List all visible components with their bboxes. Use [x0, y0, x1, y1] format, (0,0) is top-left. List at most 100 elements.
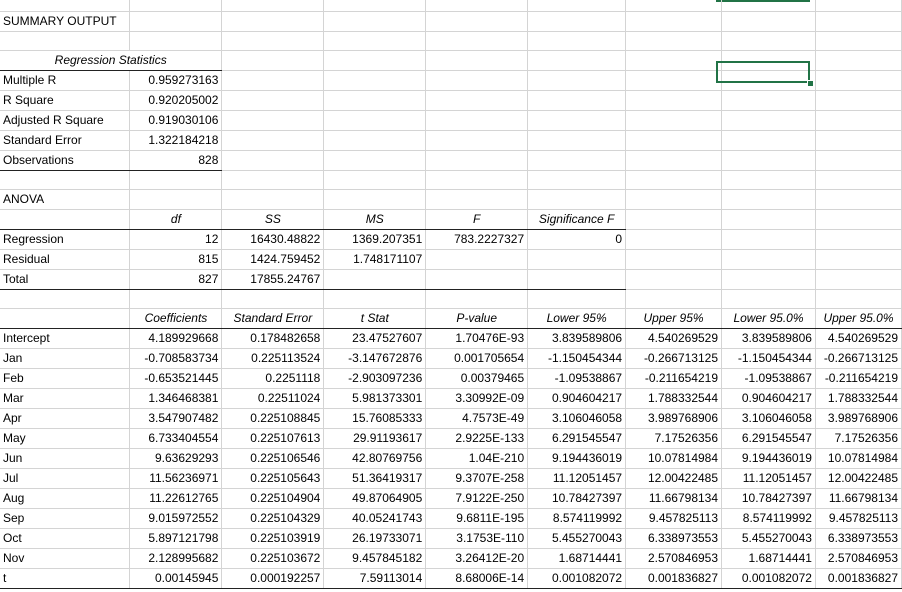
cell[interactable]: 0	[527, 229, 627, 250]
cell[interactable]	[815, 70, 902, 91]
cell[interactable]: 49.87064905	[323, 488, 427, 509]
cell[interactable]: -1.09538867	[527, 368, 627, 389]
cell[interactable]: 1.68714441	[721, 548, 816, 569]
cell-table[interactable]: SUMMARY OUTPUT Regression Statistics Multi…	[0, 0, 902, 589]
cell[interactable]: Multiple R	[0, 70, 131, 91]
cell[interactable]	[425, 130, 529, 151]
cell[interactable]	[721, 269, 816, 290]
cell[interactable]: Regression	[0, 229, 131, 250]
cell[interactable]	[527, 0, 627, 12]
cell[interactable]	[815, 289, 902, 309]
cell[interactable]	[323, 130, 427, 151]
cell[interactable]: 3.106046058	[527, 408, 627, 429]
cell[interactable]: 26.19733071	[323, 528, 427, 549]
cell[interactable]: 828	[129, 150, 223, 171]
cell[interactable]: 1.346468381	[129, 388, 223, 409]
cell[interactable]: 1.748171107	[323, 249, 427, 270]
cell[interactable]: 11.22612765	[129, 488, 223, 509]
cell[interactable]	[323, 70, 427, 91]
cell[interactable]: 9.015972552	[129, 508, 223, 529]
cell[interactable]	[0, 289, 131, 309]
cell[interactable]	[721, 209, 816, 230]
cell[interactable]	[527, 170, 627, 190]
cell[interactable]: Upper 95%	[625, 307, 723, 329]
cell[interactable]	[815, 189, 902, 210]
cell[interactable]: 9.194436019	[527, 448, 627, 469]
cell[interactable]: 42.80769756	[323, 448, 427, 469]
cell[interactable]: ANOVA	[0, 189, 131, 210]
spreadsheet-grid[interactable]: SUMMARY OUTPUT Regression Statistics Multi…	[0, 0, 902, 592]
cell[interactable]	[129, 289, 223, 309]
cell[interactable]	[721, 70, 816, 91]
cell[interactable]: 10.78427397	[527, 488, 627, 509]
cell[interactable]	[721, 50, 816, 71]
cell[interactable]: 51.36419317	[323, 468, 427, 489]
cell[interactable]	[221, 130, 325, 151]
cell[interactable]: -1.09538867	[721, 368, 816, 389]
cell[interactable]: 3.989768906	[625, 408, 723, 429]
cell[interactable]: 3.839589806	[721, 328, 816, 349]
cell[interactable]: 8.574119992	[721, 508, 816, 529]
cell[interactable]: 6.338973553	[625, 528, 723, 549]
cell[interactable]: 0.919030106	[129, 110, 223, 131]
cell[interactable]: -0.211654219	[625, 368, 723, 389]
cell[interactable]: Lower 95.0%	[721, 307, 816, 329]
cell[interactable]: 0.178482658	[221, 328, 325, 349]
cell[interactable]	[323, 110, 427, 131]
cell[interactable]	[425, 0, 529, 12]
cell[interactable]	[721, 170, 816, 190]
cell[interactable]	[721, 31, 816, 51]
cell[interactable]: t Stat	[323, 307, 427, 329]
cell[interactable]	[625, 189, 723, 210]
cell[interactable]: 2.570846953	[625, 548, 723, 569]
cell[interactable]: 0.959273163	[129, 70, 223, 91]
cell[interactable]: 827	[129, 269, 223, 290]
cell[interactable]: 815	[129, 249, 223, 270]
cell[interactable]	[323, 269, 427, 290]
cell[interactable]	[625, 229, 723, 250]
cell[interactable]: -0.211654219	[815, 368, 902, 389]
cell[interactable]	[221, 189, 325, 210]
cell[interactable]	[527, 150, 627, 171]
regression-statistics-header[interactable]: Regression Statistics	[0, 49, 223, 71]
cell[interactable]	[721, 289, 816, 309]
cell[interactable]	[425, 289, 529, 309]
cell[interactable]	[721, 11, 816, 32]
cell[interactable]: 0.904604217	[721, 388, 816, 409]
cell[interactable]: 0.001836827	[815, 568, 902, 589]
cell[interactable]: 7.17526356	[815, 428, 902, 449]
cell[interactable]	[323, 50, 427, 71]
cell[interactable]	[625, 249, 723, 270]
cell[interactable]: 0.001082072	[527, 568, 627, 589]
cell[interactable]	[323, 0, 427, 12]
cell[interactable]: -0.653521445	[129, 368, 223, 389]
cell[interactable]	[625, 289, 723, 309]
cell[interactable]	[527, 50, 627, 71]
cell[interactable]	[527, 90, 627, 111]
cell[interactable]	[625, 70, 723, 91]
cell[interactable]	[221, 70, 325, 91]
cell[interactable]	[425, 70, 529, 91]
cell[interactable]: -1.150454344	[721, 348, 816, 369]
cell[interactable]	[425, 110, 529, 131]
cell[interactable]: -0.708583734	[129, 348, 223, 369]
cell[interactable]	[625, 90, 723, 111]
cell[interactable]: 4.189929668	[129, 328, 223, 349]
cell[interactable]	[625, 269, 723, 290]
cell[interactable]: SUMMARY OUTPUT	[0, 11, 131, 32]
cell[interactable]	[815, 269, 902, 290]
cell[interactable]: 1.68714441	[527, 548, 627, 569]
cell[interactable]: 15.76085333	[323, 408, 427, 429]
cell[interactable]	[527, 130, 627, 151]
cell[interactable]	[721, 90, 816, 111]
cell[interactable]	[721, 229, 816, 250]
cell[interactable]: 8.574119992	[527, 508, 627, 529]
cell[interactable]	[815, 170, 902, 190]
cell[interactable]: 9.457825113	[625, 508, 723, 529]
cell[interactable]	[129, 189, 223, 210]
cell[interactable]	[323, 31, 427, 51]
cell[interactable]: Jan	[0, 348, 131, 369]
cell[interactable]: 1424.759452	[221, 249, 325, 270]
cell[interactable]	[0, 170, 131, 190]
cell[interactable]	[721, 0, 816, 12]
